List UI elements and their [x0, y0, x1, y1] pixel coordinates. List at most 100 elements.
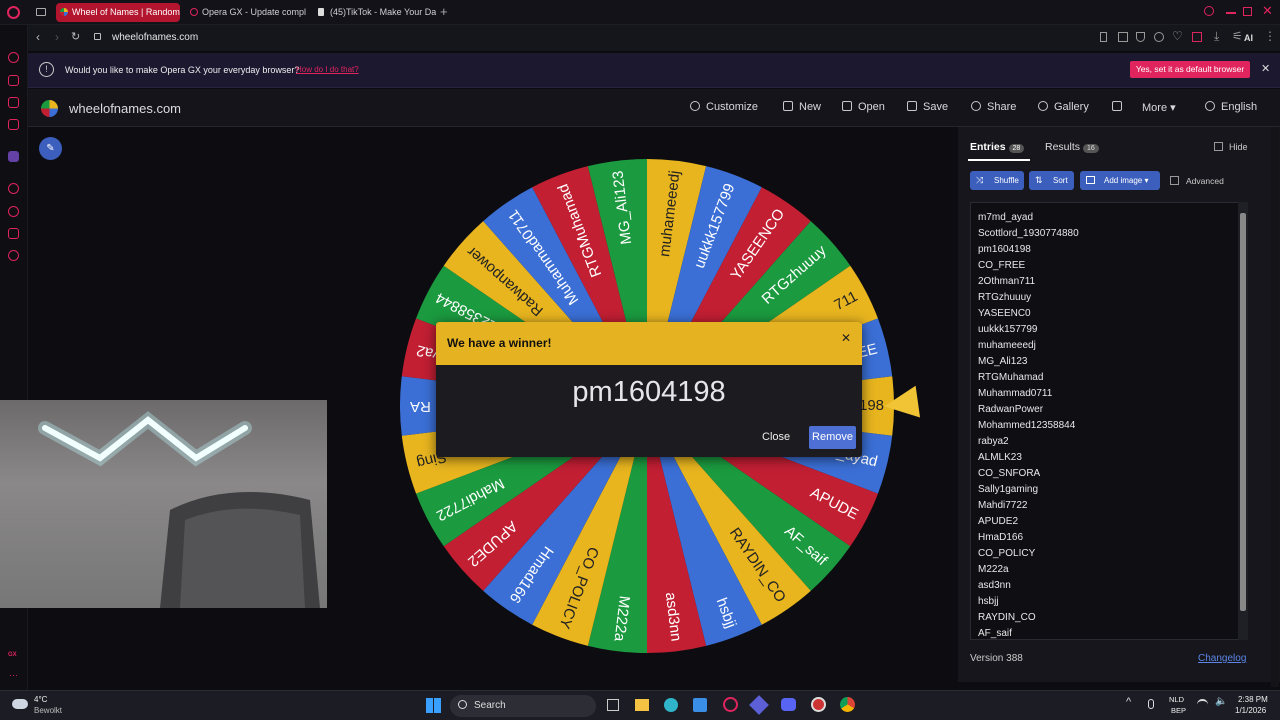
tiktok-favicon-icon — [318, 8, 324, 16]
gx-corner-icon[interactable] — [8, 75, 19, 86]
nav-save[interactable]: Save — [907, 101, 948, 113]
settings-icon[interactable] — [8, 250, 19, 261]
lock-icon — [94, 33, 101, 40]
nav-more[interactable]: More ▾ — [1142, 101, 1176, 114]
discord-icon[interactable] — [781, 698, 796, 711]
extensions-icon[interactable] — [8, 228, 19, 239]
dialog-close-icon[interactable]: ✕ — [841, 331, 851, 345]
remove-button[interactable]: Remove — [809, 426, 856, 449]
nav-label: English — [1221, 101, 1258, 113]
nav-new[interactable]: New — [783, 101, 821, 113]
bookmark-icon[interactable] — [1100, 32, 1107, 42]
nav-gallery[interactable]: Gallery — [1038, 101, 1089, 113]
task-view-icon[interactable] — [607, 699, 619, 711]
edge-icon[interactable] — [664, 698, 678, 712]
tray-chevron-icon[interactable]: ^ — [1126, 696, 1131, 708]
gx-logo-icon: GX — [8, 652, 17, 658]
nav-label: More — [1142, 102, 1168, 114]
forward-icon[interactable]: › — [55, 30, 59, 44]
search-tabs-icon[interactable] — [1204, 6, 1214, 16]
add-image-label: Add image — [1104, 176, 1143, 185]
tab-list-icon[interactable] — [36, 8, 46, 16]
wheel-pointer-icon — [881, 385, 921, 423]
lang-code[interactable]: NLD — [1169, 695, 1184, 704]
instagram-icon[interactable] — [8, 119, 19, 130]
opera-logo-icon[interactable] — [7, 6, 20, 19]
scrollbar-thumb[interactable] — [1240, 213, 1246, 611]
steam-icon[interactable] — [811, 697, 826, 712]
volume-icon[interactable]: 🔈 — [1215, 696, 1227, 707]
explorer-icon[interactable] — [635, 699, 649, 711]
tab-entries[interactable]: Entries 28 — [970, 141, 1025, 153]
nav-language[interactable]: English — [1205, 101, 1257, 113]
opera-gx-icon[interactable] — [723, 697, 738, 712]
chrome-icon[interactable] — [840, 697, 855, 712]
hide-checkbox[interactable] — [1214, 142, 1223, 151]
nav-share[interactable]: Share — [971, 101, 1016, 113]
wallet-icon[interactable] — [1154, 32, 1164, 42]
webcam-overlay — [0, 400, 327, 608]
tab-opera-update[interactable]: Opera GX - Update compl — [186, 3, 308, 22]
heart-icon[interactable]: ♡ — [1172, 29, 1183, 43]
advanced-checkbox[interactable] — [1170, 176, 1179, 185]
start-icon[interactable] — [426, 698, 441, 713]
history-icon[interactable] — [8, 183, 19, 194]
shield-icon[interactable] — [1136, 32, 1145, 42]
download-icon[interactable]: ⤓ — [1214, 29, 1219, 44]
app-icon-vs[interactable] — [749, 695, 769, 715]
reload-icon[interactable]: ↻ — [71, 30, 80, 43]
infobar-link[interactable]: How do I do that? — [296, 65, 359, 74]
new-tab-button[interactable]: + — [440, 4, 448, 19]
default-browser-infobar: ! Would you like to make Opera GX your e… — [0, 53, 1280, 88]
tab-tiktok[interactable]: (45)TikTok - Make Your Da — [314, 3, 436, 22]
entry-item: CO_SNFORA — [978, 468, 1041, 479]
player-icon[interactable] — [8, 97, 19, 108]
close-button[interactable]: Close — [762, 431, 790, 443]
twitch-icon[interactable] — [8, 151, 19, 162]
entry-item: CO_POLICY — [978, 548, 1036, 559]
url-field[interactable]: wheelofnames.com — [112, 32, 198, 43]
wifi-icon[interactable] — [1197, 699, 1208, 710]
site-logo-icon[interactable] — [41, 100, 58, 117]
minimize-button[interactable] — [1226, 12, 1236, 14]
cube-icon[interactable] — [1192, 32, 1202, 42]
page-scrollbar[interactable] — [1271, 127, 1279, 687]
more-icon[interactable]: ··· — [9, 670, 18, 680]
layout-code[interactable]: BEP — [1171, 706, 1186, 715]
tab-wheel-of-names[interactable]: Wheel of Names | Random — [56, 3, 180, 22]
store-icon[interactable] — [693, 698, 707, 712]
edit-button[interactable]: ✎ — [39, 137, 62, 160]
shuffle-icon: ⤨ — [976, 175, 984, 185]
entries-textarea[interactable]: m7md_ayad Scottlord_1930774880 pm1604198 CO… — [970, 202, 1248, 640]
snapshot-icon[interactable] — [1118, 32, 1128, 42]
ai-button[interactable]: AI — [1244, 33, 1253, 43]
mic-icon[interactable] — [1148, 699, 1154, 709]
clock-icon[interactable] — [8, 206, 19, 217]
entry-item: pm1604198 — [978, 244, 1031, 255]
entry-item: ALMLK23 — [978, 452, 1022, 463]
easy-setup-icon[interactable]: ⚟ — [1232, 29, 1243, 43]
menu-icon[interactable]: ⋮ — [1264, 29, 1276, 43]
weather-desc: Bewolkt — [34, 706, 63, 715]
fullscreen-icon[interactable] — [1112, 101, 1128, 113]
site-brand[interactable]: wheelofnames.com — [69, 101, 181, 116]
weather-icon[interactable] — [12, 699, 28, 709]
infobar-close-icon[interactable]: ✕ — [1261, 62, 1270, 75]
back-icon[interactable]: ‹ — [36, 30, 40, 44]
maximize-button[interactable] — [1243, 7, 1252, 16]
tab-results[interactable]: Results 16 — [1045, 141, 1099, 153]
save-icon — [907, 101, 917, 111]
close-window-button[interactable]: ✕ — [1262, 3, 1273, 19]
nav-open[interactable]: Open — [842, 101, 885, 113]
nav-label: Open — [858, 101, 885, 113]
entries-count-badge: 28 — [1008, 144, 1025, 153]
set-default-button[interactable]: Yes, set it as default browser — [1130, 61, 1250, 78]
dialog-header: We have a winner! ✕ — [436, 322, 862, 365]
clock-time[interactable]: 2:38 PM — [1238, 695, 1268, 704]
taskbar-search[interactable]: Search — [450, 695, 596, 717]
clock-date[interactable]: 1/1/2026 — [1235, 706, 1266, 715]
changelog-link[interactable]: Changelog — [1198, 653, 1246, 664]
nav-customize[interactable]: Customize — [690, 101, 758, 113]
gx-control-icon[interactable] — [8, 52, 19, 63]
tab-underline — [968, 159, 1030, 161]
